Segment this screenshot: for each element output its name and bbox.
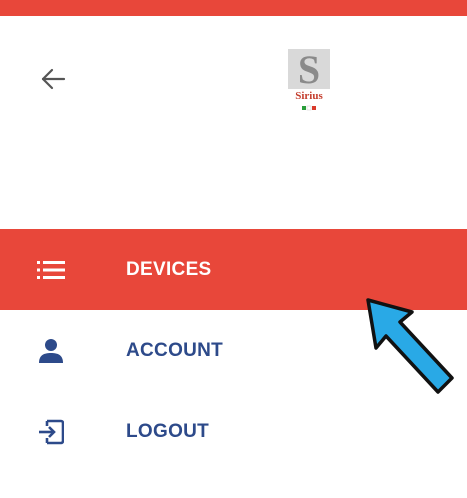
logo-mark: S xyxy=(288,47,330,92)
back-button[interactable] xyxy=(36,62,70,96)
menu-item-label: LOGOUT xyxy=(126,420,210,442)
top-accent-bar xyxy=(0,0,467,16)
svg-text:S: S xyxy=(298,47,320,91)
menu-item-label: DEVICES xyxy=(126,258,212,280)
pointer-arrow-icon xyxy=(366,298,454,394)
arrow-left-icon xyxy=(41,68,66,90)
logo-text: Sirius xyxy=(295,90,323,102)
menu-item-logout[interactable]: LOGOUT xyxy=(0,391,467,472)
menu-item-label: ACCOUNT xyxy=(126,339,224,361)
list-icon xyxy=(36,255,66,285)
person-icon xyxy=(36,336,66,366)
logo-flag xyxy=(302,105,316,111)
logout-icon xyxy=(36,417,66,447)
navigation-drawer: S Sirius DEVICES ACCOUNT LOGOUT xyxy=(0,0,467,498)
sirius-logo: S Sirius xyxy=(282,47,336,117)
